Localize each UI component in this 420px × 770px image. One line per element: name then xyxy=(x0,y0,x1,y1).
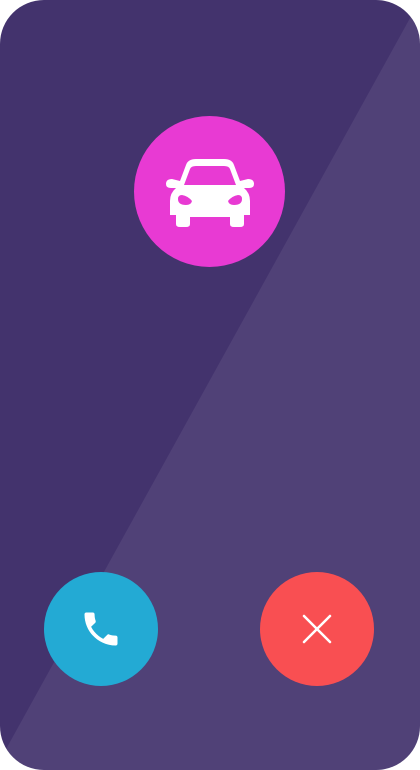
caller-avatar xyxy=(134,116,285,267)
incoming-call-screen xyxy=(0,0,420,770)
phone-icon xyxy=(84,612,118,646)
decline-call-button[interactable] xyxy=(260,572,374,686)
close-icon xyxy=(302,614,332,644)
car-icon xyxy=(165,158,254,227)
accept-call-button[interactable] xyxy=(44,572,158,686)
